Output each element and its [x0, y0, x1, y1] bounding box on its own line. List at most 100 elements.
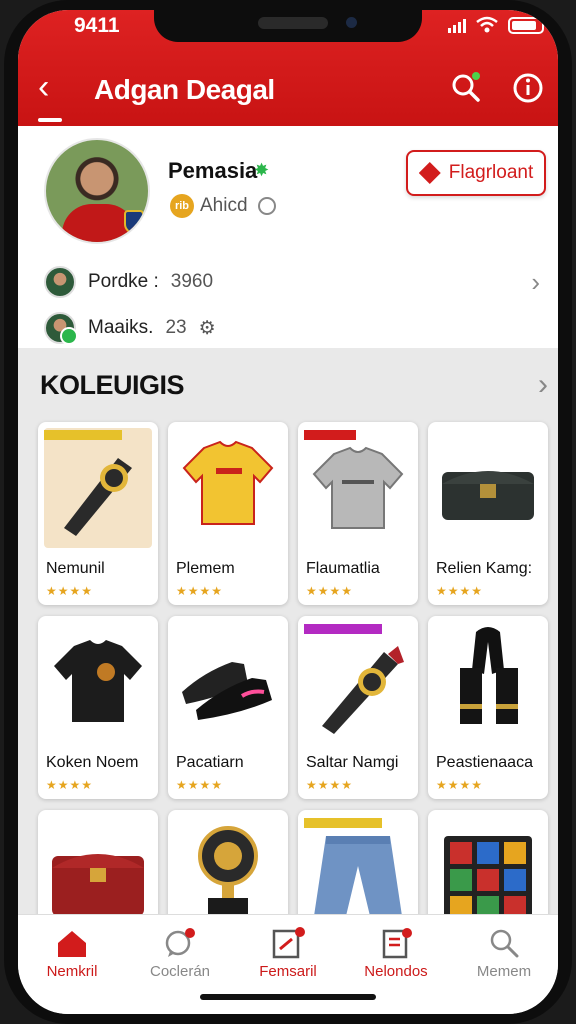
front-camera	[346, 17, 357, 28]
red-chest-icon	[52, 854, 144, 914]
collection-card[interactable]	[428, 810, 548, 914]
item-image	[174, 816, 282, 914]
tab-label: Memem	[476, 963, 532, 980]
item-image	[44, 622, 152, 742]
edit-doc-icon	[272, 927, 305, 959]
collection-card[interactable]: Nemunil ★★★★	[38, 422, 158, 605]
item-name: Plemem	[176, 560, 235, 577]
collection-card[interactable]: Plemem ★★★★	[168, 422, 288, 605]
notes-icon	[382, 928, 412, 959]
collection-card[interactable]: Relien Kamg: ★★★★	[428, 422, 548, 605]
item-image	[44, 428, 152, 548]
item-rating: ★★★★	[306, 584, 354, 598]
verified-icon: ✸	[254, 160, 270, 180]
item-image	[434, 428, 542, 548]
tab-label: Femsaril	[259, 963, 317, 980]
cellular-signal-icon	[448, 17, 466, 33]
boots-icon	[182, 662, 272, 720]
item-rating: ★★★★	[176, 584, 224, 598]
header-tab-indicator	[38, 118, 62, 122]
item-image	[434, 622, 542, 742]
item-rating: ★★★★	[306, 778, 354, 792]
item-image	[304, 816, 412, 914]
section-title: KOLEUIGIS	[40, 370, 185, 400]
stat-value: 23	[165, 317, 187, 338]
stat-avatar-icon	[44, 266, 76, 298]
tab-label: Coclerán	[149, 963, 211, 980]
collection-card[interactable]: Pacatiarn ★★★★	[168, 616, 288, 799]
notch	[154, 10, 422, 42]
collection-card[interactable]: Flaumatlia ★★★★	[298, 422, 418, 605]
item-name: Flaumatlia	[306, 560, 380, 577]
item-name: Saltar Namgi	[306, 754, 399, 771]
tab-edit[interactable]: Femsaril	[234, 915, 342, 1005]
phone-frame: 9411 ‹ Adgan Deagal Pemasia ✸ rib Ahicd …	[4, 0, 572, 1024]
item-rating: ★★★★	[46, 778, 94, 792]
item-image	[304, 622, 412, 742]
item-tag	[304, 624, 382, 634]
item-rating: ★★★★	[176, 778, 224, 792]
scarf-icon	[322, 646, 404, 734]
clock-icon	[257, 197, 276, 215]
tab-label: Nemkril	[46, 963, 98, 980]
collection-card[interactable]	[298, 810, 418, 914]
speaker	[258, 17, 328, 29]
scarf-icon	[64, 458, 132, 536]
stat-row-marks[interactable]: Maaiks. 23 ⚙	[44, 310, 544, 346]
avatar[interactable]	[44, 138, 150, 244]
collection-card[interactable]: Peastienaaca ★★★★	[428, 616, 548, 799]
collection-card[interactable]	[38, 810, 158, 914]
app-screen: 9411 ‹ Adgan Deagal Pemasia ✸ rib Ahicd …	[18, 10, 558, 1014]
item-name: Pacatiarn	[176, 754, 244, 771]
item-rating: ★★★★	[436, 584, 484, 598]
scarf-black-icon	[460, 627, 518, 724]
flag-button[interactable]: Flagrloant	[406, 150, 546, 196]
home-icon	[58, 931, 86, 957]
trophy-icon	[198, 826, 258, 914]
item-name: Nemunil	[46, 560, 105, 577]
profile-card: Pemasia ✸ rib Ahicd Flagrloant Pordke : …	[18, 126, 558, 348]
search-icon	[452, 72, 480, 102]
flag-icon	[418, 162, 441, 184]
stat-row-points[interactable]: Pordke : 3960 ›	[44, 264, 544, 300]
item-image	[44, 816, 152, 914]
collection-card[interactable]: Saltar Namgi ★★★★	[298, 616, 418, 799]
item-image	[434, 816, 542, 914]
info-icon	[513, 73, 543, 103]
item-image	[304, 428, 412, 548]
back-button[interactable]: ‹	[38, 70, 49, 104]
stat-label: Maaiks.	[88, 317, 154, 338]
home-indicator[interactable]	[200, 994, 376, 1000]
status-time: 9411	[74, 14, 120, 37]
item-name: Koken Noem	[46, 754, 139, 771]
item-name: Peastienaaca	[436, 754, 533, 771]
search-icon	[490, 929, 519, 958]
jersey-grey-icon	[312, 446, 404, 529]
tab-notes[interactable]: Nelondos	[342, 915, 450, 1005]
settings-icon: ⚙	[198, 317, 216, 339]
item-tag	[304, 430, 356, 440]
coin-icon: rib	[170, 194, 194, 218]
battery-icon	[508, 16, 544, 34]
photo-grid-icon	[444, 836, 532, 914]
chevron-right-icon[interactable]: ›	[538, 368, 548, 402]
tab-chat[interactable]: Coclerán	[126, 915, 234, 1005]
jersey-black-icon	[54, 640, 142, 722]
collection-card[interactable]: Koken Noem ★★★★	[38, 616, 158, 799]
app-header: 9411 ‹ Adgan Deagal	[18, 10, 558, 126]
stat-label: Pordke :	[88, 271, 159, 292]
tab-label: Nelondos	[364, 963, 428, 980]
search-button[interactable]	[446, 68, 486, 108]
stat-value: 3960	[170, 271, 214, 292]
wifi-icon	[476, 16, 498, 33]
jersey-yellow-icon	[182, 440, 274, 525]
profile-subtitle-text: Ahicd	[200, 195, 248, 216]
item-name: Relien Kamg:	[436, 560, 533, 577]
item-tag	[44, 430, 122, 440]
info-button[interactable]	[508, 68, 548, 108]
tab-search[interactable]: Memem	[450, 915, 558, 1005]
flag-button-label: Flagrloant	[448, 162, 534, 183]
tab-home[interactable]: Nemkril	[18, 915, 126, 1005]
collection-card[interactable]	[168, 810, 288, 914]
profile-name: Pemasia	[168, 158, 258, 183]
